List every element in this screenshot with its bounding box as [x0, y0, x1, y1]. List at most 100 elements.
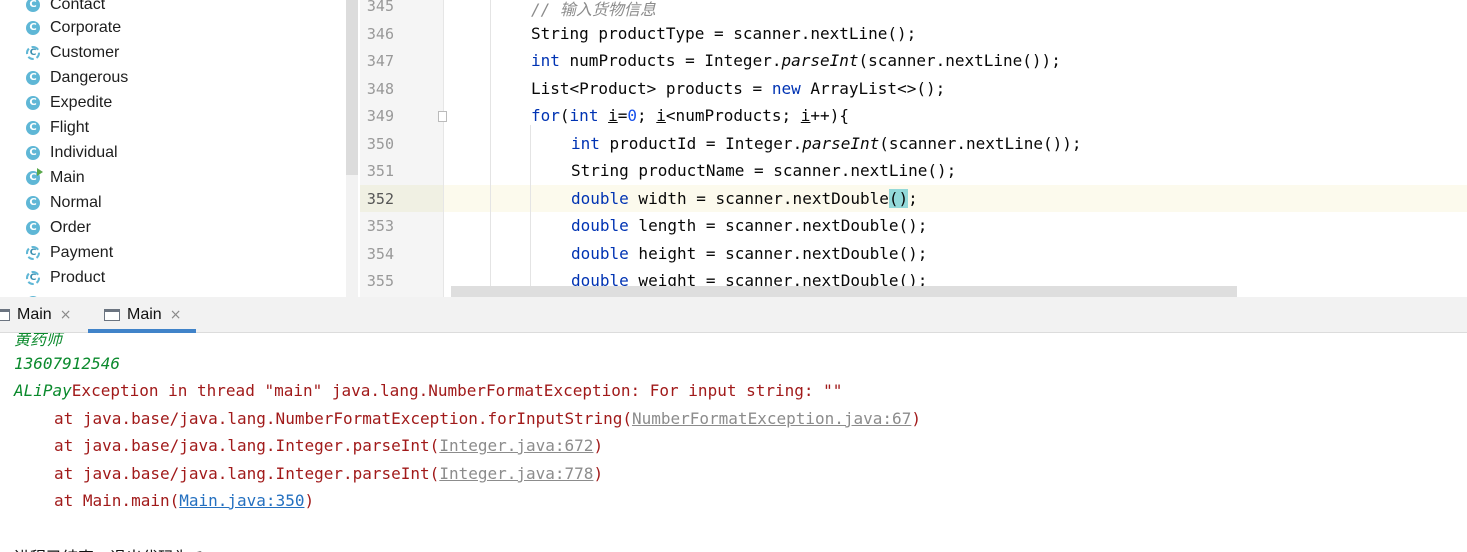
code-text: (scanner.nextLine()); — [879, 134, 1082, 153]
code-text: ( — [559, 106, 570, 125]
keyword: double — [571, 216, 629, 235]
console-icon — [0, 309, 10, 321]
class-icon: C — [26, 120, 40, 135]
code-text: List<Product> products = — [531, 79, 772, 98]
tree-item-main[interactable]: C Main — [26, 165, 85, 190]
line-number: 354 — [366, 245, 394, 263]
tree-item-individual[interactable]: C Individual — [26, 140, 118, 165]
keyword: double — [571, 244, 629, 263]
tree-item-partial[interactable] — [26, 290, 40, 297]
tree-item-order[interactable]: C Order — [26, 215, 91, 240]
keyword: int — [531, 51, 560, 70]
exception-message: Exception in thread "main" java.lang.Num… — [71, 381, 843, 400]
tree-item-normal[interactable]: C Normal — [26, 190, 102, 215]
close-icon[interactable]: × — [170, 307, 182, 323]
console-exception-line: ALiPayException in thread "main" java.la… — [14, 381, 842, 400]
run-tab-main-1[interactable]: Main × — [0, 297, 71, 333]
code-text: <numProducts; — [665, 106, 801, 125]
code-text: width = scanner.nextDouble — [628, 189, 889, 208]
code-text: height = scanner.nextDouble(); — [628, 244, 928, 263]
source-link[interactable]: Main.java:350 — [179, 491, 304, 510]
code-text: = — [617, 106, 628, 125]
source-link[interactable]: NumberFormatException.java:67 — [632, 409, 911, 428]
keyword: new — [771, 79, 801, 98]
run-tab-main-2[interactable]: Main × — [104, 297, 181, 333]
tree-item-expedite[interactable]: C Expedite — [26, 90, 112, 115]
method-name: parseInt — [781, 51, 859, 70]
keyword: for — [531, 106, 560, 125]
tree-item-label: Contact — [50, 0, 106, 13]
stack-frame-end: ) — [593, 464, 604, 483]
stack-frame-end: ) — [304, 491, 315, 510]
runnable-class-icon: C — [26, 167, 43, 185]
tree-item-label: Normal — [50, 193, 102, 211]
tree-scrollbar-thumb[interactable] — [346, 0, 358, 175]
code-line-346: String productType = scanner.nextLine(); — [531, 24, 917, 43]
code-text: numProducts = Integer. — [559, 51, 782, 70]
line-number-current: 352 — [366, 190, 394, 208]
gutter-separator — [443, 0, 444, 297]
code-line-352: double width = scanner.nextDouble(); — [571, 189, 918, 208]
indent-guide — [490, 0, 491, 297]
indent-guide — [530, 125, 531, 297]
tree-item-dangerous[interactable]: C Dangerous — [26, 65, 128, 90]
abstract-class-icon: C — [26, 270, 40, 285]
stack-trace-line: at java.base/java.lang.Integer.parseInt(… — [54, 436, 603, 455]
console-icon — [104, 309, 120, 321]
tree-item-label: Dangerous — [50, 68, 129, 86]
run-console[interactable]: 黄药师 13607912546 ALiPayException in threa… — [0, 333, 1467, 552]
code-line-349: for(int i=0; i<numProducts; i++){ — [531, 106, 849, 125]
tree-item-label: Payment — [50, 243, 114, 261]
code-line-345: // 输入货物信息 — [531, 0, 656, 19]
method-name: parseInt — [802, 134, 880, 153]
line-number: 349 — [366, 107, 394, 125]
line-number: 350 — [366, 135, 394, 153]
code-line-351: String productName = scanner.nextLine(); — [571, 161, 957, 180]
stack-frame: at java.base/java.lang.Integer.parseInt( — [54, 464, 440, 483]
tree-item-payment[interactable]: C Payment — [26, 240, 113, 265]
code-editor[interactable]: 345 346 347 348 349 350 351 352 353 354 … — [360, 0, 1467, 297]
code-text: (scanner.nextLine()); — [858, 51, 1061, 70]
tree-item-customer[interactable]: C Customer — [26, 40, 119, 65]
console-input-line: 黄药师 — [14, 333, 63, 349]
class-icon: C — [26, 95, 40, 110]
stack-frame-end: ) — [593, 436, 604, 455]
close-icon[interactable]: × — [60, 307, 72, 323]
code-text: productId = Integer. — [599, 134, 803, 153]
class-icon: C — [26, 195, 40, 210]
line-number: 355 — [366, 272, 394, 290]
source-link[interactable]: Integer.java:778 — [439, 464, 593, 483]
editor-horizontal-scrollbar[interactable] — [451, 286, 1237, 297]
abstract-class-icon: C — [26, 45, 40, 60]
code-text: length = scanner.nextDouble(); — [628, 216, 928, 235]
process-exit-message: 进程已结束，退出代码为 1 — [14, 544, 205, 552]
run-tab-label: Main — [17, 306, 52, 323]
tree-scrollbar-track[interactable] — [346, 175, 358, 297]
source-link[interactable]: Integer.java:672 — [439, 436, 593, 455]
line-number: 353 — [366, 217, 394, 235]
tree-item-flight[interactable]: C Flight — [26, 115, 89, 140]
class-icon: C — [26, 145, 40, 160]
stack-frame: at java.base/java.lang.Integer.parseInt( — [54, 436, 440, 455]
tree-item-product[interactable]: C Product — [26, 265, 105, 290]
tree-item-label: Product — [50, 268, 106, 286]
loop-variable: i — [800, 106, 811, 125]
stack-frame-end: ) — [911, 409, 921, 428]
project-tree: C Contact C Corporate C Customer C Dange… — [0, 0, 346, 297]
class-icon: C — [26, 0, 40, 12]
class-icon: C — [26, 220, 40, 235]
loop-variable: i — [608, 106, 618, 125]
code-line-347: int numProducts = Integer.parseInt(scann… — [531, 51, 1061, 70]
tree-item-label: Corporate — [50, 18, 122, 36]
fold-marker-icon[interactable] — [438, 111, 447, 122]
code-line-353: double length = scanner.nextDouble(); — [571, 216, 927, 235]
line-number: 345 — [366, 0, 394, 15]
stack-frame: at Main.main( — [54, 491, 180, 510]
code-line-354: double height = scanner.nextDouble(); — [571, 244, 927, 263]
run-tab-label: Main — [127, 306, 162, 323]
stack-frame: at java.base/java.lang.NumberFormatExcep… — [54, 409, 632, 428]
line-number: 346 — [366, 25, 394, 43]
tree-item-corporate[interactable]: C Corporate — [26, 15, 121, 40]
line-number: 348 — [366, 80, 394, 98]
